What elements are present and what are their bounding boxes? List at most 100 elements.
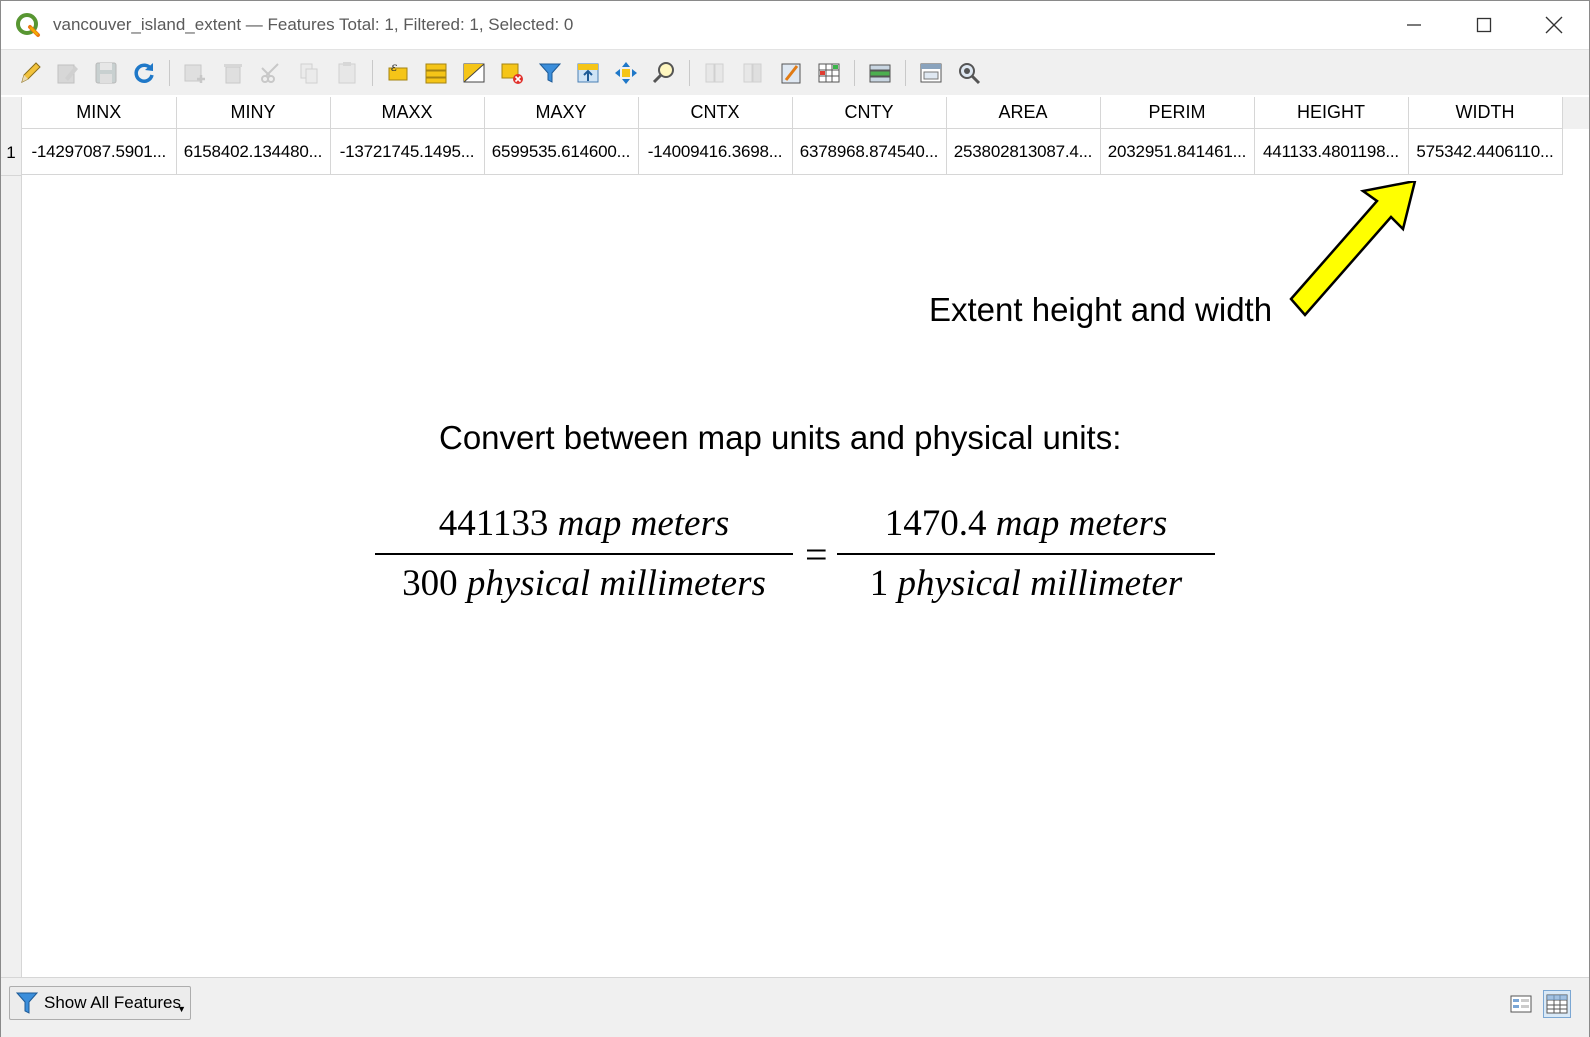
toolbar-separator: [905, 59, 906, 86]
new-field-icon: [705, 63, 724, 82]
add-feature-icon: [184, 64, 205, 83]
cut-icon: [261, 62, 279, 83]
toggle-editing-button[interactable]: [15, 58, 45, 88]
column-header-width[interactable]: WIDTH: [1408, 97, 1563, 129]
save-edits-icon: [95, 62, 117, 83]
add-feature-button[interactable]: [180, 58, 210, 88]
close-icon: [1545, 16, 1563, 34]
table-cell-width[interactable]: 575342.4406110...: [1408, 128, 1563, 175]
select-all-button[interactable]: [421, 58, 451, 88]
column-header-maxx[interactable]: MAXX: [330, 97, 485, 129]
paste-button[interactable]: [332, 58, 362, 88]
zoom-to-selection-icon: [652, 61, 674, 83]
form-view-icon: [1510, 995, 1532, 1013]
table-corner[interactable]: [1, 97, 22, 130]
organize-columns-button[interactable]: [865, 58, 895, 88]
conversion-equation: 441133 map meters 300 physical millimete…: [375, 501, 1215, 611]
delete-field-icon: [743, 63, 762, 82]
table-cell-minx[interactable]: -14297087.5901...: [22, 128, 177, 175]
left-fraction: 441133 map meters 300 physical millimete…: [375, 501, 793, 607]
pan-to-selection-icon: [615, 61, 637, 84]
column-header-maxy[interactable]: MAXY: [484, 97, 639, 129]
column-header-area[interactable]: AREA: [946, 97, 1101, 129]
conditional-formatting-icon: [818, 63, 840, 82]
window-controls: [1379, 1, 1589, 49]
toolbar-separator: [372, 59, 373, 86]
reload-icon: [134, 62, 154, 83]
right-denominator: 1 physical millimeter: [869, 563, 1183, 604]
select-expression-icon: ε: [388, 60, 408, 80]
left-denominator: 300 physical millimeters: [402, 563, 766, 604]
select-by-expression-button[interactable]: ε: [383, 58, 413, 88]
table-cell-cntx[interactable]: -14009416.3698...: [638, 128, 793, 175]
actions-button[interactable]: [954, 58, 984, 88]
copy-button[interactable]: [294, 58, 324, 88]
field-calculator-button[interactable]: [776, 58, 806, 88]
equals-sign: =: [805, 532, 828, 577]
column-header-cnty[interactable]: CNTY: [792, 97, 947, 129]
multi-edit-icon: [57, 64, 78, 83]
pan-to-selection-button[interactable]: [611, 58, 641, 88]
table-cell-area[interactable]: 253802813087.4...: [946, 128, 1101, 175]
fraction-bar: [375, 553, 793, 555]
minimize-button[interactable]: [1379, 1, 1449, 49]
svg-text:ε: ε: [391, 60, 397, 74]
right-fraction: 1470.4 map meters 1 physical millimeter: [837, 501, 1215, 607]
maximize-button[interactable]: [1449, 1, 1519, 49]
toolbar-separator: [854, 59, 855, 86]
qgis-logo-icon: [16, 13, 40, 37]
row-header[interactable]: 1: [1, 130, 21, 176]
close-button[interactable]: [1519, 1, 1589, 49]
table-row[interactable]: -14297087.5901... 6158402.134480... -137…: [22, 128, 1563, 175]
table-cell-maxx[interactable]: -13721745.1495...: [330, 128, 485, 175]
select-all-icon: [425, 63, 447, 83]
move-selection-to-top-button[interactable]: [573, 58, 603, 88]
column-header-minx[interactable]: MINX: [22, 97, 177, 129]
right-numerator: 1470.4 map meters: [884, 503, 1168, 544]
fraction-bar: [837, 553, 1215, 555]
view-switcher: [1499, 990, 1571, 1018]
organize-columns-icon: [869, 64, 891, 82]
deselect-icon: [501, 63, 523, 84]
filter-icon: [16, 992, 38, 1014]
conversion-title: Convert between map units and physical u…: [439, 419, 1122, 456]
column-header-cntx[interactable]: CNTX: [638, 97, 793, 129]
delete-feature-icon: [224, 63, 242, 83]
form-view-button[interactable]: [1507, 990, 1535, 1018]
column-header-miny[interactable]: MINY: [176, 97, 331, 129]
copy-icon: [300, 63, 318, 83]
save-edits-button[interactable]: [91, 58, 121, 88]
show-all-features-button[interactable]: Show All Features ▼: [9, 986, 191, 1020]
table-cell-height[interactable]: 441133.4801198...: [1254, 128, 1409, 175]
zoom-to-selection-button[interactable]: [649, 58, 679, 88]
table-cell-miny[interactable]: 6158402.134480...: [176, 128, 331, 175]
invert-selection-button[interactable]: [459, 58, 489, 88]
dock-button[interactable]: [916, 58, 946, 88]
reload-button[interactable]: [129, 58, 159, 88]
title-bar: vancouver_island_extent — Features Total…: [1, 1, 1589, 49]
new-field-button[interactable]: [700, 58, 730, 88]
filter-icon: [538, 63, 562, 83]
column-header-perim[interactable]: PERIM: [1100, 97, 1255, 129]
table-view-button[interactable]: [1543, 990, 1571, 1018]
paste-icon: [338, 61, 356, 83]
table-cell-perim[interactable]: 2032951.841461...: [1100, 128, 1255, 175]
status-bar: Show All Features ▼: [1, 977, 1589, 1037]
field-calculator-icon: [781, 63, 801, 83]
window-title: vancouver_island_extent — Features Total…: [53, 15, 574, 34]
conditional-formatting-button[interactable]: [814, 58, 844, 88]
delete-field-button[interactable]: [738, 58, 768, 88]
table-cell-cnty[interactable]: 6378968.874540...: [792, 128, 947, 175]
deselect-all-button[interactable]: [497, 58, 527, 88]
delete-feature-button[interactable]: [218, 58, 248, 88]
filter-button[interactable]: [535, 58, 565, 88]
yellow-arrow-annotation: [1289, 181, 1417, 317]
maximize-icon: [1476, 17, 1492, 33]
column-header-height[interactable]: HEIGHT: [1254, 97, 1409, 129]
move-to-top-icon: [577, 63, 599, 82]
show-all-features-label: Show All Features: [44, 993, 182, 1012]
multi-edit-button[interactable]: [53, 58, 83, 88]
invert-selection-icon: [463, 63, 485, 82]
cut-button[interactable]: [256, 58, 286, 88]
table-cell-maxy[interactable]: 6599535.614600...: [484, 128, 639, 175]
